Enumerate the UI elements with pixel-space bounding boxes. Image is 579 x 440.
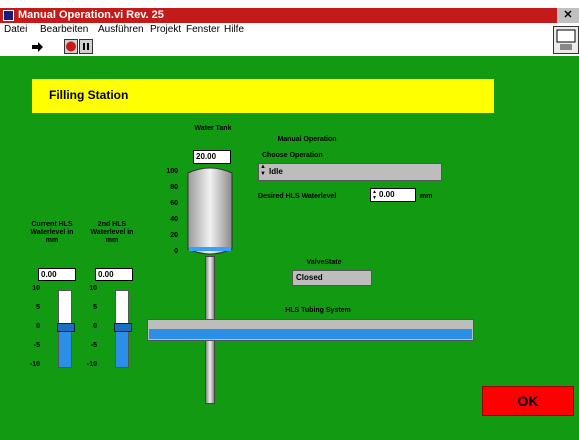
pause-icon[interactable] bbox=[79, 39, 93, 54]
desired-waterlevel-value: 0.00 bbox=[379, 190, 395, 199]
menu-hilfe[interactable]: Hilfe bbox=[224, 24, 244, 35]
tubing-label: HLS Tubing System bbox=[285, 307, 351, 314]
close-button[interactable]: ✕ bbox=[557, 8, 579, 23]
second-waterlevel-label: 2nd HLS Waterlevel in mm bbox=[90, 221, 134, 244]
toolbar bbox=[0, 38, 579, 56]
slider1-tick: -5 bbox=[33, 342, 40, 349]
menu-projekt[interactable]: Projekt bbox=[150, 24, 181, 35]
ring-up-down-icon[interactable]: ▲ ▼ bbox=[260, 164, 266, 178]
header-banner: Filling Station bbox=[32, 79, 494, 113]
tank-tick: 0 bbox=[174, 248, 178, 255]
menu-bearbeiten[interactable]: Bearbeiten bbox=[40, 24, 88, 35]
labview-app-icon bbox=[3, 10, 14, 21]
arrow-run-icon[interactable] bbox=[30, 40, 44, 54]
slider2-tick: 10 bbox=[89, 285, 97, 292]
menu-ausfuehren[interactable]: Ausführen bbox=[98, 24, 144, 35]
tank-tick: 40 bbox=[170, 216, 178, 223]
increment-icon[interactable]: ▲ ▼ bbox=[372, 189, 377, 201]
tank-tick: 100 bbox=[166, 168, 178, 175]
current-waterlevel-label: Current HLS Waterlevel in mm bbox=[30, 221, 74, 244]
slider2-tick: -10 bbox=[86, 361, 97, 368]
tank-tick: 20 bbox=[170, 232, 178, 239]
slider2-tick: 5 bbox=[93, 304, 97, 311]
menu-datei[interactable]: Datei bbox=[4, 24, 27, 35]
slider1-tick: 0 bbox=[36, 323, 40, 330]
header-title: Filling Station bbox=[49, 88, 129, 102]
unit-label: mm bbox=[420, 193, 433, 200]
tank-water-level bbox=[189, 247, 231, 251]
title-bar: Manual Operation.vi Rev. 25 ✕ bbox=[0, 8, 579, 23]
slider2-thumb[interactable] bbox=[114, 323, 132, 332]
menu-fenster[interactable]: Fenster bbox=[186, 24, 220, 35]
choose-operation-label: Choose Operation bbox=[262, 152, 323, 159]
front-panel: Filling Station Water Tank 20.00 100 80 … bbox=[0, 56, 579, 440]
second-waterlevel-value[interactable]: 0.00 bbox=[95, 268, 133, 281]
slider2-tick: 0 bbox=[93, 323, 97, 330]
slider2-track[interactable] bbox=[114, 290, 132, 368]
slider1-fill bbox=[59, 329, 71, 367]
window-title: Manual Operation.vi Rev. 25 bbox=[18, 9, 164, 21]
operation-ring-control[interactable]: ▲ ▼ Idle bbox=[258, 163, 442, 181]
menu-bar: Datei Bearbeiten Ausführen Projekt Fenst… bbox=[0, 23, 579, 38]
slider1-tick: 5 bbox=[36, 304, 40, 311]
desired-waterlevel-label: Desired HLS Waterlevel bbox=[258, 193, 337, 200]
valve-state-label: ValveState bbox=[306, 259, 342, 266]
slider2-tick: -5 bbox=[90, 342, 97, 349]
manual-operation-label: Manual Operation bbox=[277, 136, 337, 143]
water-tank bbox=[187, 167, 233, 255]
tank-tick: 60 bbox=[170, 200, 178, 207]
slider2-fill bbox=[116, 329, 128, 367]
slider1-thumb[interactable] bbox=[57, 323, 75, 332]
desired-waterlevel-input[interactable]: ▲ ▼ 0.00 bbox=[370, 188, 416, 202]
current-waterlevel-value[interactable]: 0.00 bbox=[38, 268, 76, 281]
slider1-tick: 10 bbox=[32, 285, 40, 292]
operation-value: Idle bbox=[269, 167, 283, 176]
valve-state-indicator: Closed bbox=[292, 270, 372, 286]
slider1-tick: -10 bbox=[29, 361, 40, 368]
tubing-water bbox=[149, 329, 472, 339]
tank-label: Water Tank bbox=[194, 125, 232, 132]
ok-button[interactable]: OK bbox=[482, 386, 574, 416]
slider1-track[interactable] bbox=[57, 290, 75, 368]
tank-tick: 80 bbox=[170, 184, 178, 191]
ok-button-label: OK bbox=[517, 393, 539, 409]
tubing-system bbox=[147, 319, 474, 341]
vi-icon bbox=[553, 26, 579, 54]
abort-icon[interactable] bbox=[64, 39, 78, 54]
